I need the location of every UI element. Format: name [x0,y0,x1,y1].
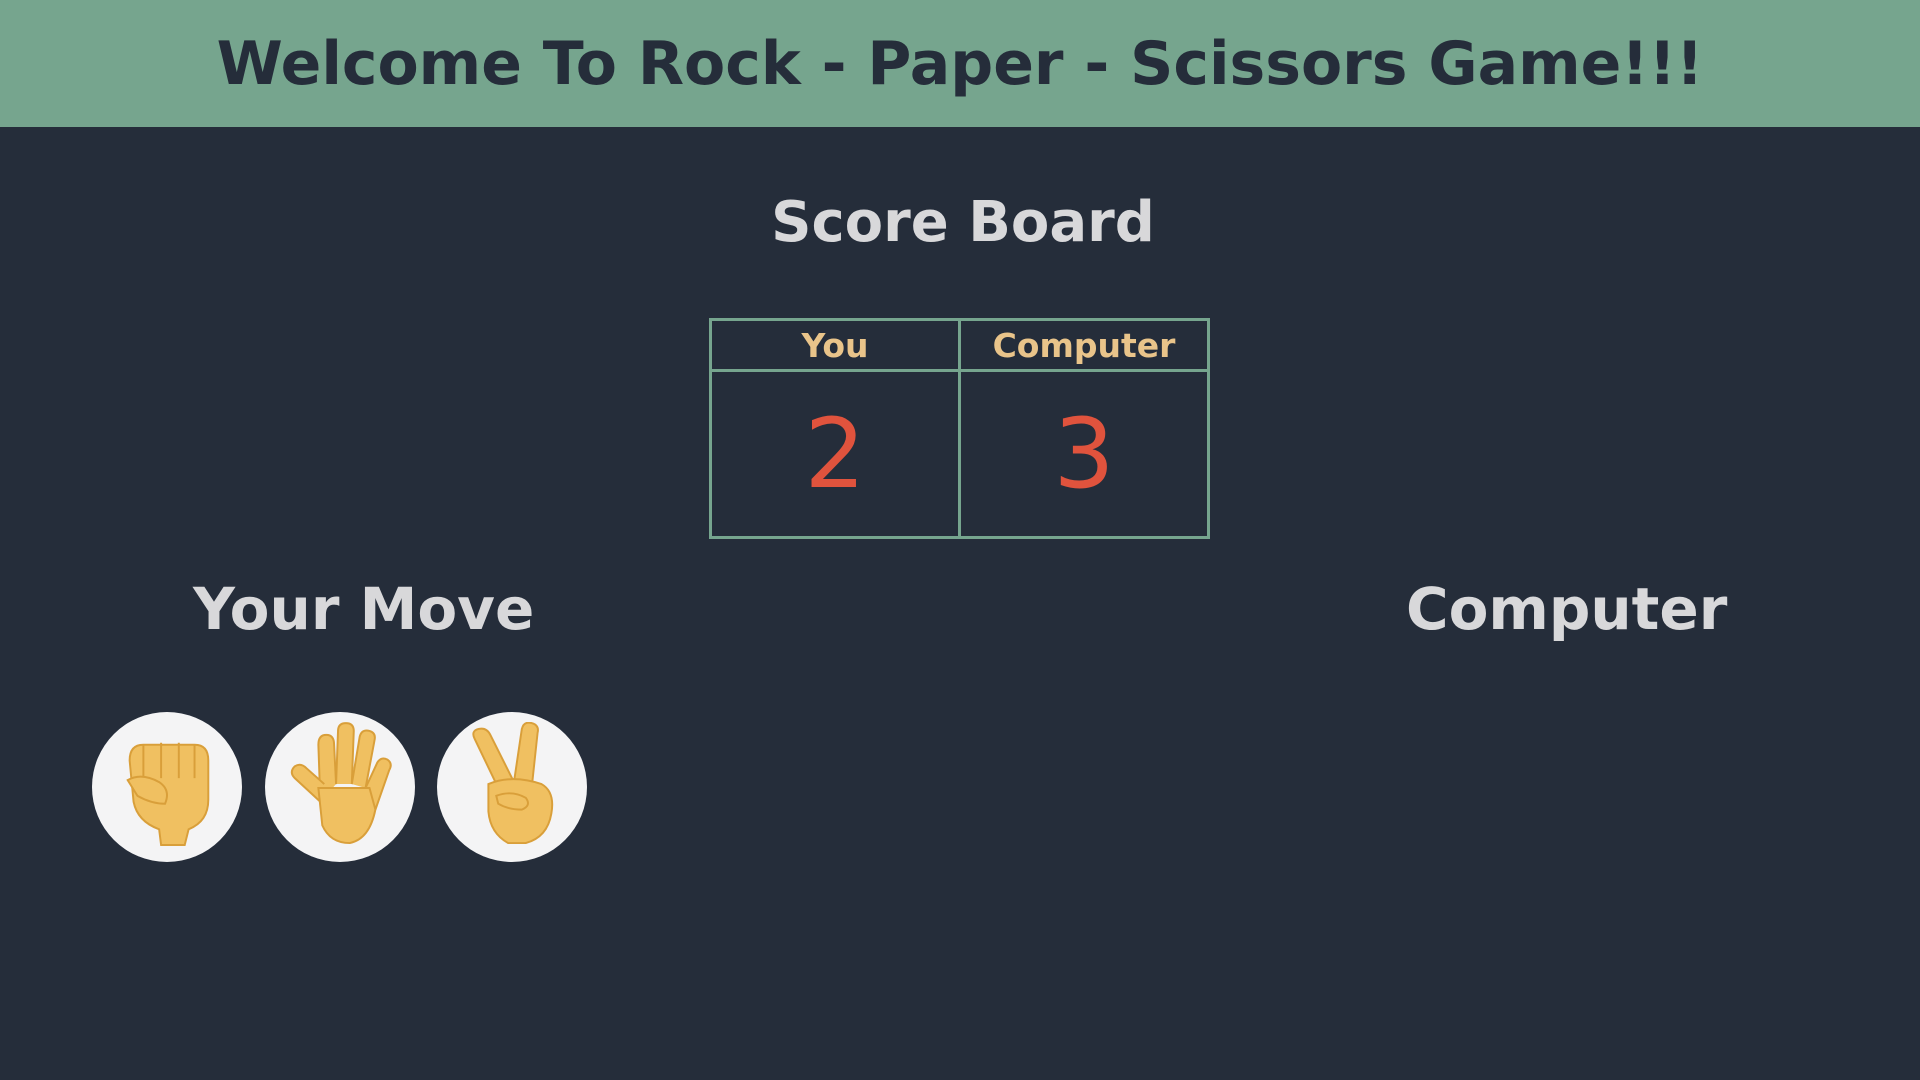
player-score: 2 [709,369,961,539]
page-header: Welcome To Rock - Paper - Scissors Game!… [0,0,1920,127]
open-hand-icon [290,722,392,845]
player-column-header: You [709,318,961,372]
rock-button[interactable] [92,712,242,862]
scoreboard-title: Score Board [771,190,1155,255]
computer-score: 3 [958,369,1210,539]
scissors-button[interactable] [437,712,587,862]
computer-column-header: Computer [958,318,1210,372]
scoreboard-table: You Computer 2 3 [709,318,1210,539]
computer-move-heading: Computer [1406,575,1728,643]
paper-button[interactable] [265,712,415,862]
fist-icon [126,742,210,846]
victory-hand-icon [472,722,554,845]
scoreboard-header-row: You Computer [709,318,1210,372]
scoreboard-score-row: 2 3 [709,369,1210,539]
your-move-heading: Your Move [193,575,535,643]
page-title: Welcome To Rock - Paper - Scissors Game!… [216,28,1704,99]
